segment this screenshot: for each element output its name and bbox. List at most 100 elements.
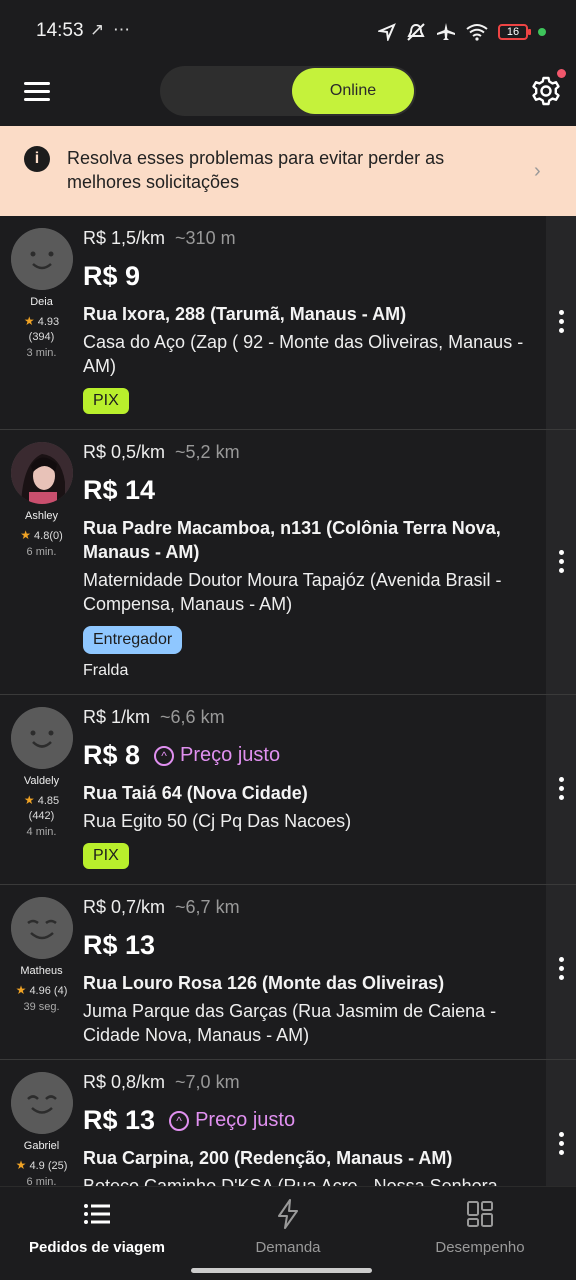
order-price: R$ 13 ^ Preço justo bbox=[83, 1105, 296, 1135]
pickup-address: Rua Taiá 64 (Nova Cidade) bbox=[83, 783, 308, 803]
avatar bbox=[10, 228, 73, 290]
passenger-name: Deia bbox=[30, 296, 53, 308]
avatar bbox=[10, 1072, 73, 1134]
destination-address: Rua Egito 50 (Cj Pq Das Nacoes) bbox=[83, 811, 352, 831]
order-info: R$ 1/km ~6,6 km R$ 8 ^ Preço justo Rua Taiá… bbox=[83, 707, 543, 869]
price-per-km: R$ 0,5/km ~5,2 km bbox=[83, 442, 240, 462]
location-icon bbox=[378, 23, 396, 41]
passenger-name: Gabriel bbox=[23, 1140, 60, 1152]
fair-price-badge: ^ Preço justo bbox=[169, 1109, 295, 1132]
pickup-address: Rua Louro Rosa 126 (Monte das Oliveiras) bbox=[83, 973, 445, 993]
order-card[interactable]: Ashley ★ 4.8(0) 6 min. R$ 0,5/km ~5,2 km … bbox=[0, 430, 576, 695]
price-per-km: R$ 1/km ~6,6 km bbox=[83, 707, 225, 727]
order-card[interactable]: Valdely ★ 4.85 (442) 4 min. R$ 1/km ~6,6 … bbox=[0, 695, 576, 885]
order-info: R$ 1,5/km ~310 m R$ 9 Rua Ixora, 288 (Tar… bbox=[83, 228, 543, 414]
order-info: R$ 0,8/km ~7,0 km R$ 13 ^ Preço justo Rua C… bbox=[83, 1072, 543, 1186]
order-price: R$ 9 bbox=[83, 261, 141, 291]
distance: ~6,6 km bbox=[160, 707, 225, 727]
passenger-rating: ★ 4.85 bbox=[23, 793, 60, 807]
nav-performance[interactable]: Desempenho bbox=[424, 1199, 536, 1256]
request-time: 6 min. bbox=[26, 546, 57, 558]
distance: ~7,0 km bbox=[175, 1072, 240, 1092]
bottom-navigation: Pedidos de viagem Demanda Desempenho bbox=[0, 1186, 576, 1280]
passenger-name: Ashley bbox=[24, 510, 59, 522]
gear-icon[interactable] bbox=[530, 75, 562, 107]
wifi-icon bbox=[466, 24, 488, 41]
pickup-address: Rua Carpina, 200 (Redenção, Manaus - AM) bbox=[83, 1148, 453, 1168]
status-bar: 14:53 ↗ ⋯ 16 bbox=[0, 0, 576, 60]
passenger-rating: ★ 4.8(0) bbox=[20, 528, 63, 542]
order-list[interactable]: Deia ★ 4.93 (394) 3 min. R$ 1,5/km ~310 m… bbox=[0, 216, 576, 1186]
pickup-address: Rua Ixora, 288 (Tarumã, Manaus - AM) bbox=[83, 304, 407, 324]
order-card[interactable]: Deia ★ 4.93 (394) 3 min. R$ 1,5/km ~310 m… bbox=[0, 216, 576, 430]
chevron-up-icon: ^ bbox=[169, 1110, 190, 1131]
status-notification-icons: ↗ ⋯ bbox=[90, 20, 132, 39]
more-options-icon[interactable] bbox=[554, 310, 568, 338]
pickup-address: Rua Padre Macamboa, n131 (Colônia Terra … bbox=[83, 518, 501, 562]
price-per-km: R$ 1,5/km ~310 m bbox=[83, 228, 236, 248]
nav-demand-label: Demanda bbox=[255, 1239, 321, 1256]
nav-orders[interactable]: Pedidos de viagem bbox=[24, 1199, 170, 1256]
distance: ~6,7 km bbox=[175, 897, 240, 917]
passenger-info: Deia ★ 4.93 (394) 3 min. bbox=[0, 228, 83, 359]
nav-performance-label: Desempenho bbox=[435, 1239, 525, 1256]
nav-demand[interactable]: Demanda bbox=[240, 1199, 336, 1256]
request-time: 3 min. bbox=[26, 347, 57, 359]
payment-tag: PIX bbox=[83, 843, 129, 869]
passenger-rating: ★ 4.96 (4) bbox=[15, 983, 68, 997]
online-toggle[interactable]: Online bbox=[160, 66, 416, 116]
distance: ~310 m bbox=[175, 228, 236, 248]
courier-tag: Entregador bbox=[83, 626, 183, 654]
passenger-rating: ★ 4.93 bbox=[23, 314, 60, 328]
battery-icon: 16 bbox=[498, 24, 531, 40]
dashboard-icon bbox=[467, 1201, 493, 1227]
star-icon: ★ bbox=[15, 1158, 27, 1172]
order-price: R$ 8 ^ Preço justo bbox=[83, 740, 281, 770]
passenger-rating: ★ 4.9 (25) bbox=[15, 1158, 68, 1172]
passenger-name: Valdely bbox=[23, 775, 60, 787]
destination-address: Casa do Aço (Zap ( 92 - Monte das Olivei… bbox=[83, 332, 524, 376]
card-side-rail bbox=[546, 1060, 576, 1186]
passenger-info: Ashley ★ 4.8(0) 6 min. bbox=[0, 442, 83, 558]
passenger-info: Gabriel ★ 4.9 (25) 6 min. bbox=[0, 1072, 83, 1186]
more-options-icon[interactable] bbox=[554, 1132, 568, 1160]
destination-address: Maternidade Doutor Moura Tapajóz (Avenid… bbox=[83, 570, 502, 614]
avatar bbox=[10, 707, 73, 769]
menu-icon[interactable] bbox=[24, 82, 50, 102]
rating-count: (442) bbox=[28, 810, 55, 822]
passenger-info: Matheus ★ 4.96 (4) 39 seg. bbox=[0, 897, 83, 1013]
more-options-icon[interactable] bbox=[554, 777, 568, 805]
warning-banner[interactable]: i Resolva esses problemas para evitar pe… bbox=[0, 126, 576, 216]
price-per-km: R$ 0,8/km ~7,0 km bbox=[83, 1072, 240, 1092]
status-time: 14:53 bbox=[36, 20, 84, 41]
lightning-icon bbox=[278, 1199, 298, 1229]
top-bar: Online bbox=[0, 60, 576, 126]
avatar bbox=[10, 442, 73, 504]
status-right-icons: 16 bbox=[378, 20, 546, 44]
order-info: R$ 0,7/km ~6,7 km R$ 13 Rua Louro Rosa 12… bbox=[83, 897, 543, 1047]
distance: ~5,2 km bbox=[175, 442, 240, 462]
star-icon: ★ bbox=[23, 793, 35, 807]
star-icon: ★ bbox=[23, 314, 35, 328]
order-price: R$ 14 bbox=[83, 475, 156, 505]
home-indicator[interactable] bbox=[191, 1268, 372, 1273]
airplane-icon bbox=[437, 23, 455, 40]
order-card[interactable]: Gabriel ★ 4.9 (25) 6 min. R$ 0,8/km ~7,0 … bbox=[0, 1060, 576, 1186]
request-time: 39 seg. bbox=[23, 1001, 60, 1013]
chevron-up-icon: ^ bbox=[154, 745, 175, 766]
request-time: 6 min. bbox=[26, 1176, 57, 1186]
order-note: Fralda bbox=[83, 662, 129, 679]
online-toggle-label: Online bbox=[292, 68, 414, 114]
banner-text: Resolva esses problemas para evitar perd… bbox=[67, 148, 445, 192]
order-info: R$ 0,5/km ~5,2 km R$ 14 Rua Padre Macambo… bbox=[83, 442, 543, 680]
price-per-km: R$ 0,7/km ~6,7 km bbox=[83, 897, 240, 917]
request-time: 4 min. bbox=[26, 826, 57, 838]
chevron-right-icon: › bbox=[534, 160, 541, 182]
order-card[interactable]: Matheus ★ 4.96 (4) 39 seg. R$ 0,7/km ~6,7… bbox=[0, 885, 576, 1060]
avatar bbox=[10, 897, 73, 959]
more-options-icon[interactable] bbox=[554, 550, 568, 578]
notification-dot bbox=[557, 69, 566, 78]
list-icon bbox=[84, 1204, 110, 1224]
star-icon: ★ bbox=[15, 983, 27, 997]
more-options-icon[interactable] bbox=[554, 957, 568, 985]
